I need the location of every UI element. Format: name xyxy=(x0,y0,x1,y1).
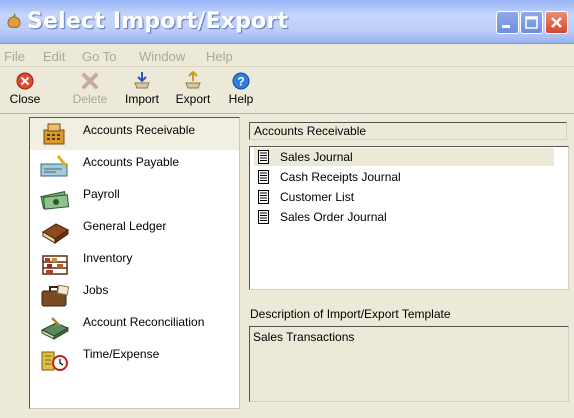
menu-go-to[interactable]: Go To xyxy=(82,49,116,64)
module-label: Payroll xyxy=(83,187,120,201)
svg-text:?: ? xyxy=(237,75,244,89)
template-item-sales-order-journal[interactable]: Sales Order Journal xyxy=(254,208,554,226)
module-accounts-receivable[interactable]: Accounts Receivable xyxy=(30,118,239,150)
delete-button[interactable]: Delete xyxy=(68,71,112,111)
close-button[interactable]: Close xyxy=(3,71,47,111)
help-button[interactable]: ? Help xyxy=(219,71,263,111)
module-label: Accounts Receivable xyxy=(83,123,196,137)
maximize-icon xyxy=(525,16,538,29)
template-item-label: Sales Journal xyxy=(280,150,353,164)
template-list-title: Accounts Receivable xyxy=(249,122,567,140)
document-icon xyxy=(258,190,269,204)
import-button[interactable]: Import xyxy=(120,71,164,111)
module-jobs[interactable]: Jobs xyxy=(30,278,239,310)
checkbook-icon xyxy=(40,155,68,177)
ledger-book-icon xyxy=(42,223,69,244)
delete-label: Delete xyxy=(72,92,108,106)
template-item-label: Cash Receipts Journal xyxy=(280,170,401,184)
close-icon xyxy=(551,17,562,28)
module-label: Inventory xyxy=(83,251,133,265)
template-item-label: Customer List xyxy=(280,190,355,204)
template-item-label: Sales Order Journal xyxy=(280,210,387,224)
clock-icon xyxy=(41,351,68,371)
maximize-button[interactable] xyxy=(520,11,543,34)
app-icon xyxy=(7,14,21,28)
window-title: Select Import/Export xyxy=(27,9,289,34)
close-circle-icon xyxy=(16,72,34,90)
module-time-expense[interactable]: Time/Expense xyxy=(30,342,239,374)
close-label: Close xyxy=(9,92,41,106)
inventory-shelves-icon xyxy=(42,255,68,275)
module-inventory[interactable]: Inventory xyxy=(30,246,239,278)
menu-bar: File Edit Go To Window Help xyxy=(0,45,574,67)
register-icon xyxy=(43,123,65,145)
document-icon xyxy=(258,170,269,184)
title-bar: Select Import/Export xyxy=(0,0,574,44)
money-icon xyxy=(40,191,70,210)
document-icon xyxy=(258,150,269,164)
module-general-ledger[interactable]: General Ledger xyxy=(30,214,239,246)
module-payroll[interactable]: Payroll xyxy=(30,182,239,214)
template-item-sales-journal[interactable]: Sales Journal xyxy=(254,148,554,166)
menu-window[interactable]: Window xyxy=(139,49,185,64)
template-item-cash-receipts-journal[interactable]: Cash Receipts Journal xyxy=(254,168,554,186)
module-label: Account Reconciliation xyxy=(83,315,205,329)
import-icon xyxy=(134,72,150,89)
template-list[interactable]: Sales Journal Cash Receipts Journal Cust… xyxy=(249,146,569,290)
minimize-icon xyxy=(502,25,510,28)
description-field: Sales Transactions xyxy=(249,326,569,402)
menu-help[interactable]: Help xyxy=(206,49,233,64)
delete-x-icon xyxy=(82,73,98,89)
briefcase-icon xyxy=(41,284,70,307)
help-icon: ? xyxy=(232,72,250,90)
module-label: Time/Expense xyxy=(83,347,160,361)
document-icon xyxy=(258,210,269,224)
menu-file[interactable]: File xyxy=(4,49,25,64)
module-label: Jobs xyxy=(83,283,109,297)
import-label: Import xyxy=(124,92,159,106)
close-window-button[interactable] xyxy=(545,11,568,34)
module-list: Accounts Receivable Accounts Payable Pay… xyxy=(29,117,240,409)
reconcile-icon xyxy=(40,317,70,340)
module-accounts-payable[interactable]: Accounts Payable xyxy=(30,150,239,182)
menu-edit[interactable]: Edit xyxy=(43,49,65,64)
module-label: Accounts Payable xyxy=(83,155,180,169)
export-icon xyxy=(185,71,201,89)
help-label: Help xyxy=(228,92,254,106)
export-label: Export xyxy=(175,92,211,106)
module-label: General Ledger xyxy=(83,219,167,233)
export-button[interactable]: Export xyxy=(171,71,215,111)
toolbar: Close Delete Import Export ? Help xyxy=(0,68,574,114)
template-item-customer-list[interactable]: Customer List xyxy=(254,188,554,206)
description-label: Description of Import/Export Template xyxy=(250,307,451,321)
module-account-reconciliation[interactable]: Account Reconciliation xyxy=(30,310,239,342)
minimize-button[interactable] xyxy=(496,11,519,34)
